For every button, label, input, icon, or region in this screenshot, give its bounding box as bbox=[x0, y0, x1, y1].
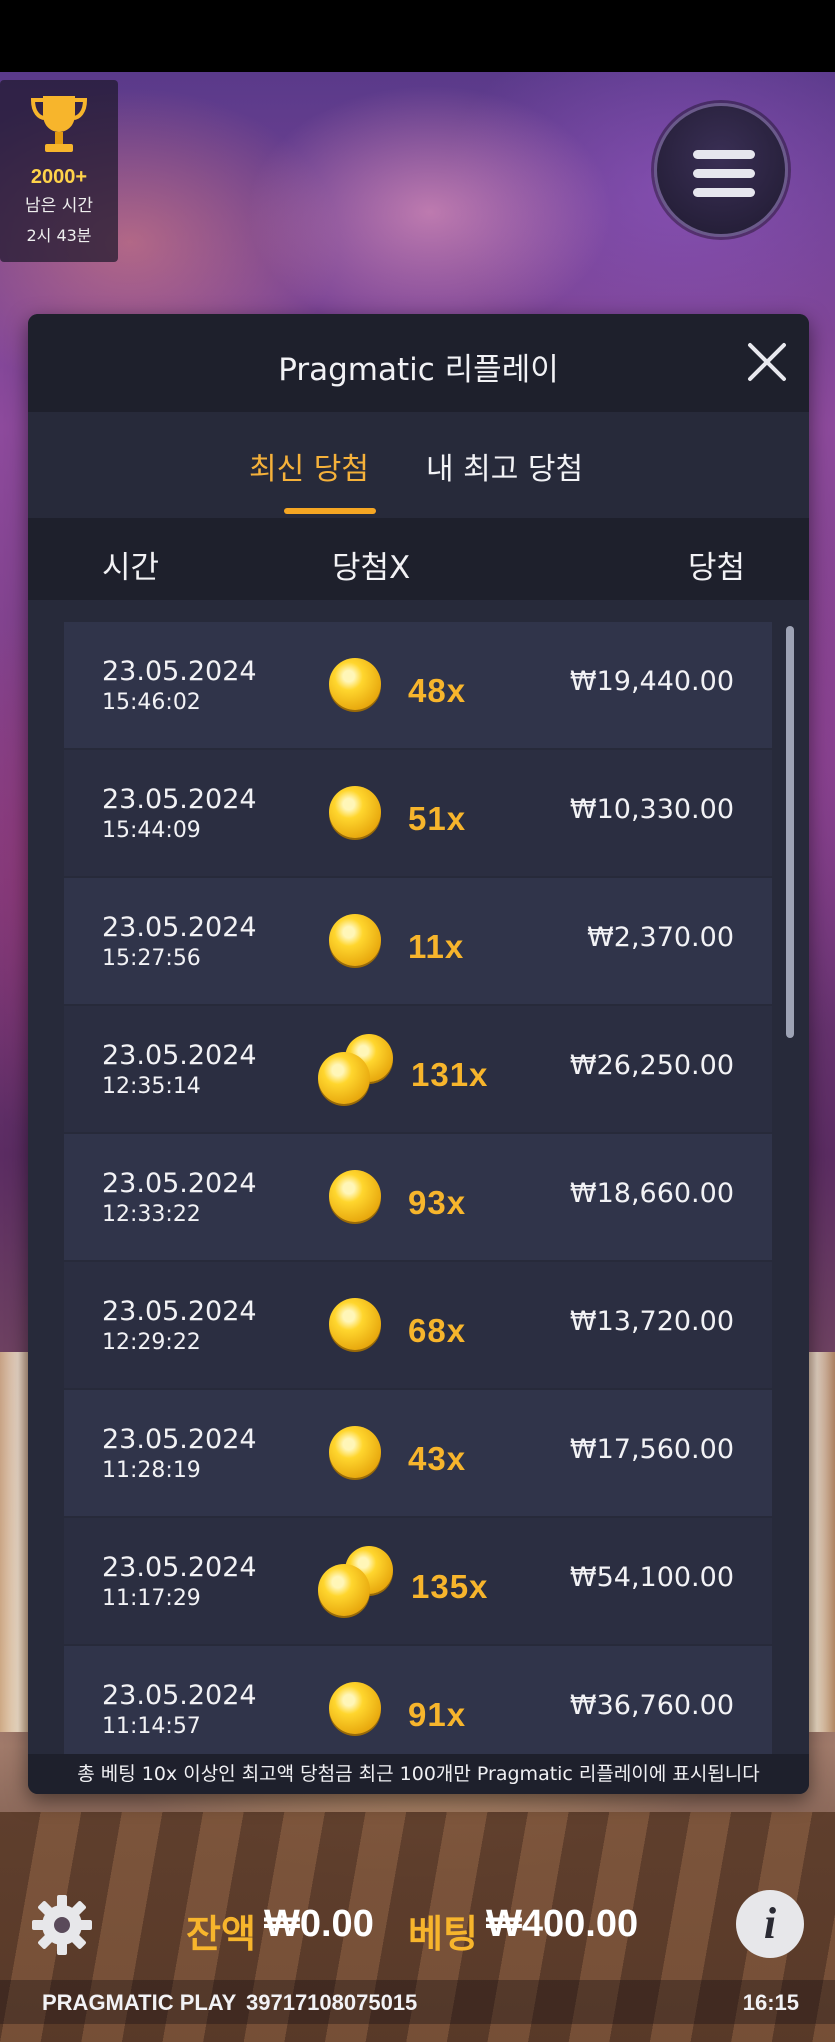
tournament-widget[interactable]: 2000+ 남은 시간 2시 43분 bbox=[0, 80, 118, 262]
win-date: 23.05.2024 bbox=[102, 1424, 257, 1455]
win-time: 15:46:02 bbox=[102, 690, 201, 715]
coin-icon bbox=[329, 1682, 381, 1734]
win-multiplier: 51x bbox=[408, 800, 467, 837]
win-amount: ₩36,760.00 bbox=[569, 1690, 734, 1721]
win-time: 12:29:22 bbox=[102, 1330, 201, 1355]
win-time: 12:33:22 bbox=[102, 1202, 201, 1227]
info-icon[interactable]: i bbox=[736, 1890, 804, 1958]
win-amount: ₩26,250.00 bbox=[569, 1050, 734, 1081]
gear-icon[interactable] bbox=[30, 1893, 94, 1957]
trophy-icon bbox=[30, 96, 88, 152]
win-row[interactable]: 23.05.2024 12:29:22 68x ₩13,720.00 bbox=[64, 1262, 772, 1388]
win-date: 23.05.2024 bbox=[102, 1552, 257, 1583]
win-time: 12:35:14 bbox=[102, 1074, 201, 1099]
win-multiplier: 48x bbox=[408, 672, 467, 709]
win-multiplier: 68x bbox=[408, 1312, 467, 1349]
win-amount: ₩18,660.00 bbox=[569, 1178, 734, 1209]
clock: 16:15 bbox=[742, 1990, 799, 2015]
column-headers: 시간 당첨X 당첨 bbox=[28, 518, 809, 600]
scrollbar[interactable] bbox=[786, 626, 794, 1038]
coin-icon bbox=[329, 1298, 381, 1350]
column-header-win: 당첨 bbox=[687, 550, 745, 586]
win-date: 23.05.2024 bbox=[102, 1168, 257, 1199]
win-amount: ₩10,330.00 bbox=[569, 794, 734, 825]
session-id: 39717108075015 bbox=[246, 1990, 418, 2015]
tab-my-best-wins[interactable]: 내 최고 당첨 bbox=[426, 444, 583, 488]
win-row[interactable]: 23.05.2024 11:28:19 43x ₩17,560.00 bbox=[64, 1390, 772, 1516]
modal-header: Pragmatic 리플레이 bbox=[28, 314, 809, 412]
coin-icon bbox=[329, 1426, 381, 1478]
win-time: 15:44:09 bbox=[102, 818, 201, 843]
win-row[interactable]: 23.05.2024 15:27:56 11x ₩2,370.00 bbox=[64, 878, 772, 1004]
win-row[interactable]: 23.05.2024 15:46:02 48x ₩19,440.00 bbox=[64, 622, 772, 748]
balance-value: ₩0.00 bbox=[264, 1903, 374, 1945]
column-header-multiplier: 당첨X bbox=[332, 550, 411, 586]
bet-value[interactable]: ₩400.00 bbox=[486, 1903, 638, 1946]
win-multiplier: 11x bbox=[408, 928, 465, 965]
column-header-time: 시간 bbox=[102, 550, 160, 586]
replay-modal: Pragmatic 리플레이 최신 당첨 내 최고 당첨 시간 당첨X 당첨 2… bbox=[28, 314, 809, 1794]
win-row[interactable]: 23.05.2024 12:35:14 131x ₩26,250.00 bbox=[64, 1006, 772, 1132]
win-multiplier: 131x bbox=[411, 1056, 489, 1093]
win-multiplier: 91x bbox=[408, 1696, 467, 1733]
win-amount: ₩2,370.00 bbox=[587, 922, 734, 953]
close-icon[interactable] bbox=[745, 340, 789, 384]
coin-icon bbox=[329, 658, 381, 710]
win-amount: ₩19,440.00 bbox=[569, 666, 734, 697]
win-date: 23.05.2024 bbox=[102, 1040, 257, 1071]
win-date: 23.05.2024 bbox=[102, 1680, 257, 1711]
hamburger-menu-icon bbox=[693, 150, 755, 159]
coin-icon bbox=[329, 914, 381, 966]
provider-brand: PRAGMATIC PLAY bbox=[42, 1990, 237, 2015]
win-amount: ₩54,100.00 bbox=[569, 1562, 734, 1593]
wins-list[interactable]: 23.05.2024 15:46:02 48x ₩19,440.00 23.05.202… bbox=[64, 622, 800, 1774]
win-date: 23.05.2024 bbox=[102, 912, 257, 943]
balance-label: 잔액 bbox=[186, 1912, 256, 1956]
win-row[interactable]: 23.05.2024 12:33:22 93x ₩18,660.00 bbox=[64, 1134, 772, 1260]
win-row[interactable]: 23.05.2024 11:17:29 135x ₩54,100.00 bbox=[64, 1518, 772, 1644]
tournament-count: 2000+ bbox=[30, 166, 88, 188]
win-time: 11:14:57 bbox=[102, 1714, 201, 1739]
win-multiplier: 43x bbox=[408, 1440, 467, 1477]
win-time: 15:27:56 bbox=[102, 946, 201, 971]
win-date: 23.05.2024 bbox=[102, 1296, 257, 1327]
modal-title: Pragmatic 리플레이 bbox=[278, 352, 559, 388]
win-date: 23.05.2024 bbox=[102, 656, 257, 687]
win-time: 11:28:19 bbox=[102, 1458, 201, 1483]
tab-latest-wins[interactable]: 최신 당첨 bbox=[249, 444, 369, 488]
win-multiplier: 135x bbox=[411, 1568, 489, 1605]
coin-icon bbox=[329, 1170, 381, 1222]
coin-icon bbox=[318, 1052, 370, 1104]
win-row[interactable]: 23.05.2024 15:44:09 51x ₩10,330.00 bbox=[64, 750, 772, 876]
replay-footer-note: 총 베팅 10x 이상인 최고액 당첨금 최근 100개만 Pragmatic … bbox=[28, 1754, 809, 1794]
tab-bar: 최신 당첨 내 최고 당첨 bbox=[28, 412, 809, 518]
game-status-bar: PRAGMATIC PLAY 39717108075015 16:15 bbox=[0, 1980, 835, 2024]
win-time: 11:17:29 bbox=[102, 1586, 201, 1611]
win-date: 23.05.2024 bbox=[102, 784, 257, 815]
time-remaining-label: 남은 시간 bbox=[25, 196, 93, 216]
bet-label: 베팅 bbox=[408, 1912, 478, 1956]
hamburger-menu-icon bbox=[693, 188, 755, 197]
win-amount: ₩13,720.00 bbox=[569, 1306, 734, 1337]
coin-icon bbox=[329, 786, 381, 838]
hamburger-menu-icon bbox=[693, 169, 755, 178]
win-multiplier: 93x bbox=[408, 1184, 467, 1221]
time-remaining-value: 2시 43분 bbox=[26, 226, 92, 245]
menu-button[interactable] bbox=[654, 103, 788, 237]
win-amount: ₩17,560.00 bbox=[569, 1434, 734, 1465]
active-tab-indicator bbox=[284, 508, 376, 514]
coin-icon bbox=[318, 1564, 370, 1616]
